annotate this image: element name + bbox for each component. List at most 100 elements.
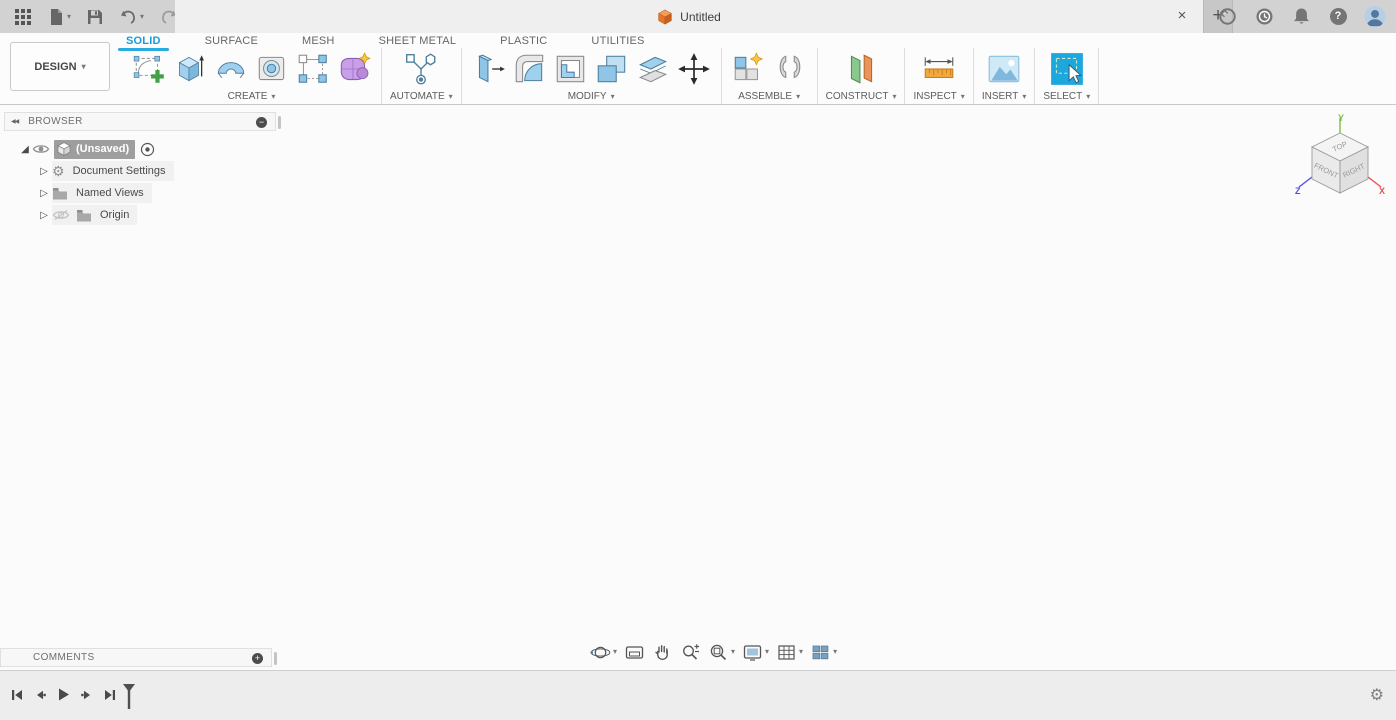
close-tab-button[interactable]: × xyxy=(1173,7,1191,25)
undo-icon xyxy=(121,10,135,24)
tab-plastic[interactable]: PLASTIC xyxy=(496,35,551,47)
timeline-position-marker[interactable] xyxy=(122,683,136,715)
view-cube[interactable]: Y Z X TOP FRONT RIGHT xyxy=(1294,113,1386,211)
select-button[interactable] xyxy=(1048,49,1086,89)
grid-snaps-button[interactable]: ▾ xyxy=(776,642,803,663)
tree-row-origin[interactable]: ▷ Origin xyxy=(4,204,276,226)
orbit-caret-icon: ▾ xyxy=(613,647,618,656)
browser-title: BROWSER xyxy=(28,116,83,127)
move-copy-button[interactable] xyxy=(675,49,713,89)
rectangular-pattern-button[interactable] xyxy=(294,49,332,89)
tab-solid[interactable]: SOLID xyxy=(118,35,169,51)
app-launcher-button[interactable] xyxy=(10,5,36,29)
new-component-button[interactable] xyxy=(730,49,768,89)
joint-button[interactable] xyxy=(771,49,809,89)
root-visibility-eye-icon[interactable] xyxy=(32,143,50,155)
root-component-selected[interactable]: (Unsaved) xyxy=(54,139,136,159)
timeline-settings-gear-icon[interactable]: ⚙ xyxy=(1370,685,1384,705)
extensions-icon xyxy=(1218,8,1236,25)
automate-icon xyxy=(406,53,436,85)
comments-resize-handle[interactable] xyxy=(274,652,277,665)
fit-caret-icon: ▾ xyxy=(731,647,736,656)
grid-icon xyxy=(778,644,795,660)
extrude-button[interactable] xyxy=(171,49,209,89)
orbit-button[interactable]: ▾ xyxy=(590,642,617,663)
profile-button[interactable] xyxy=(1364,5,1386,28)
model-viewport[interactable]: ◀◀ BROWSER − ◢ (Unsaved) ▷ ⚙ Document Se… xyxy=(0,105,1396,670)
browser-resize-handle[interactable] xyxy=(278,116,281,129)
insert-image-button[interactable] xyxy=(985,49,1023,89)
tab-sheet-metal[interactable]: SHEET METAL xyxy=(375,35,461,47)
titlebar-right-controls: ? xyxy=(1216,0,1390,33)
tab-surface[interactable]: SURFACE xyxy=(201,35,262,47)
fit-button[interactable]: ▾ xyxy=(708,642,735,663)
tab-utilities[interactable]: UTILITIES xyxy=(587,35,648,47)
comments-header[interactable]: COMMENTS + xyxy=(0,648,277,667)
inspect-caret-icon: ▾ xyxy=(960,91,965,101)
automate-dropdown[interactable]: AUTOMATE ▾ xyxy=(390,91,453,102)
activate-component-radio[interactable] xyxy=(140,142,155,157)
browser-collapse-icon[interactable]: ◀◀ xyxy=(11,118,19,125)
assemble-label: ASSEMBLE xyxy=(738,91,793,102)
step-back-button[interactable] xyxy=(33,688,47,702)
split-body-button[interactable] xyxy=(634,49,672,89)
job-status-button[interactable] xyxy=(1253,6,1275,28)
construct-dropdown[interactable]: CONSTRUCT ▾ xyxy=(826,91,897,102)
document-settings-item[interactable]: ⚙ Document Settings xyxy=(52,161,174,181)
go-to-start-button[interactable] xyxy=(10,688,24,702)
create-sketch-button[interactable] xyxy=(130,49,168,89)
named-views-item[interactable]: Named Views xyxy=(52,183,152,203)
file-menu-button[interactable]: ▾ xyxy=(44,5,75,29)
select-icon xyxy=(1050,53,1083,85)
revolve-icon xyxy=(217,62,245,79)
shell-button[interactable] xyxy=(552,49,590,89)
create-dropdown[interactable]: CREATE ▾ xyxy=(228,91,276,102)
help-button[interactable]: ? xyxy=(1327,6,1349,28)
named-views-expand-icon[interactable]: ▷ xyxy=(36,188,52,199)
go-to-end-button[interactable] xyxy=(103,688,117,702)
viewports-button[interactable]: ▾ xyxy=(810,642,837,663)
tree-row-document-settings[interactable]: ▷ ⚙ Document Settings xyxy=(4,160,276,182)
workspace-selector-design[interactable]: DESIGN ▾ xyxy=(10,42,110,91)
undo-button[interactable]: ▾ xyxy=(115,6,148,27)
construct-plane-button[interactable] xyxy=(842,49,880,89)
extensions-button[interactable] xyxy=(1216,6,1238,28)
save-button[interactable] xyxy=(83,6,107,28)
root-expand-icon[interactable]: ◢ xyxy=(18,144,32,155)
insert-dropdown[interactable]: INSERT ▾ xyxy=(982,91,1027,102)
construct-label: CONSTRUCT xyxy=(825,91,889,102)
create-form-button[interactable] xyxy=(335,49,373,89)
combine-button[interactable] xyxy=(593,49,631,89)
comments-expand-button[interactable]: + xyxy=(252,653,263,664)
document-tab[interactable]: Untitled × xyxy=(175,0,1203,33)
tree-row-named-views[interactable]: ▷ Named Views xyxy=(4,182,276,204)
look-at-button[interactable] xyxy=(624,642,645,663)
assemble-dropdown[interactable]: ASSEMBLE ▾ xyxy=(738,91,800,102)
origin-item[interactable]: Origin xyxy=(52,205,138,225)
display-settings-button[interactable]: ▾ xyxy=(742,642,769,663)
automate-button[interactable] xyxy=(402,49,440,89)
browser-collapse-all-button[interactable]: − xyxy=(256,117,267,128)
inspect-dropdown[interactable]: INSPECT ▾ xyxy=(913,91,964,102)
browser-root-row[interactable]: ◢ (Unsaved) xyxy=(4,138,276,160)
modify-dropdown[interactable]: MODIFY ▾ xyxy=(568,91,615,102)
create-form-icon xyxy=(340,52,371,81)
press-pull-button[interactable] xyxy=(470,49,508,89)
step-forward-button[interactable] xyxy=(80,688,94,702)
toolbar-group-select: SELECT ▾ xyxy=(1035,47,1098,105)
tab-mesh[interactable]: MESH xyxy=(298,35,339,47)
notifications-button[interactable] xyxy=(1290,6,1312,28)
origin-hidden-eye-icon[interactable] xyxy=(52,209,70,221)
document-cube-icon xyxy=(658,9,673,25)
origin-expand-icon[interactable]: ▷ xyxy=(36,210,52,221)
play-button[interactable] xyxy=(56,687,71,702)
browser-header[interactable]: ◀◀ BROWSER − xyxy=(4,112,281,131)
pan-button[interactable] xyxy=(652,642,673,663)
fillet-button[interactable] xyxy=(511,49,549,89)
select-dropdown[interactable]: SELECT ▾ xyxy=(1043,91,1090,102)
revolve-button[interactable] xyxy=(212,49,250,89)
zoom-button[interactable] xyxy=(680,642,701,663)
measure-button[interactable] xyxy=(920,49,958,89)
document-settings-expand-icon[interactable]: ▷ xyxy=(36,166,52,177)
hole-button[interactable] xyxy=(253,49,291,89)
